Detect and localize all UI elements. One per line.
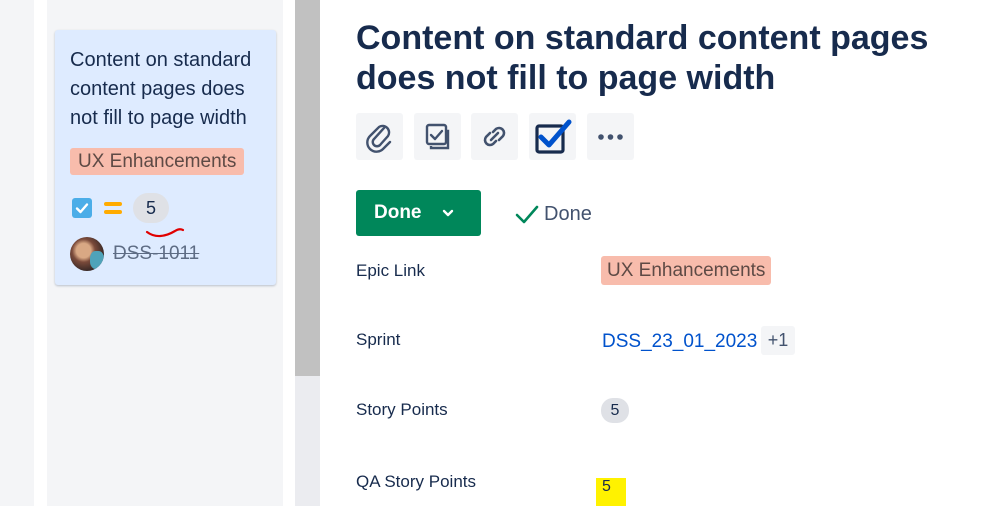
sprint-more-badge[interactable]: +1 <box>761 326 795 355</box>
epic-link-value[interactable]: UX Enhancements <box>601 256 772 285</box>
priority-medium-icon <box>104 198 122 218</box>
child-issues-icon <box>425 123 450 150</box>
chevron-down-icon <box>442 209 454 217</box>
field-label-story-points: Story Points <box>356 400 448 419</box>
card-issue-key[interactable]: DSS-1011 <box>113 241 199 267</box>
resolution-label: Done <box>544 203 592 225</box>
column-gap <box>283 0 295 506</box>
more-icon <box>598 134 623 140</box>
attachment-button[interactable] <box>356 113 403 160</box>
status-label: Done <box>374 202 422 223</box>
scrollbar-thumb[interactable] <box>295 0 320 376</box>
issue-card[interactable]: Content on standard content pages does n… <box>55 30 276 285</box>
story-checkbox-icon <box>72 198 92 218</box>
task-checkbox-button[interactable] <box>529 113 576 160</box>
board-column-left <box>0 0 34 506</box>
attachment-icon <box>366 124 392 153</box>
card-title: Content on standard content pages does n… <box>70 49 252 129</box>
story-points-badge[interactable]: 5 <box>601 398 629 423</box>
qa-story-points-text: 5 <box>602 478 611 495</box>
issue-title[interactable]: Content on standard content pages does n… <box>356 18 996 98</box>
status-transition-button[interactable]: Done <box>356 190 481 236</box>
scrollbar-track[interactable] <box>295 0 320 506</box>
link-issue-icon <box>483 126 506 147</box>
checkmark-icon <box>515 205 539 224</box>
field-label-sprint: Sprint <box>356 330 401 349</box>
assignee-avatar[interactable] <box>70 237 104 271</box>
child-issues-button[interactable] <box>414 113 461 160</box>
red-underline-annotation <box>145 228 185 238</box>
link-issue-button[interactable] <box>471 113 518 160</box>
sprint-link[interactable]: DSS_23_01_2023 <box>602 328 757 355</box>
card-story-points-badge: 5 <box>133 193 169 223</box>
qa-story-points-value[interactable]: 5 <box>596 478 626 506</box>
field-label-qa-story-points: QA Story Points <box>356 472 476 491</box>
task-checkbox-icon <box>535 119 572 154</box>
field-label-epic-link: Epic Link <box>356 261 425 280</box>
card-epic-lozenge: UX Enhancements <box>70 148 245 175</box>
more-actions-button[interactable] <box>587 113 634 160</box>
column-gap <box>34 0 47 506</box>
